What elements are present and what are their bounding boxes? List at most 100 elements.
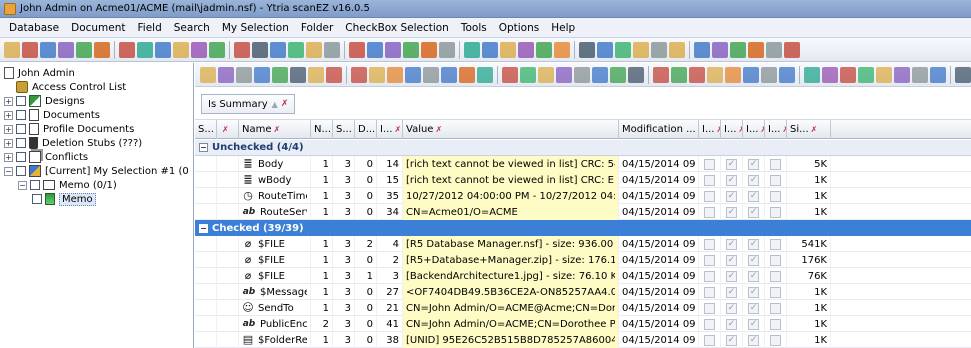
column-header[interactable]: I...✗ bbox=[721, 120, 743, 139]
toolbar-action-icon[interactable] bbox=[669, 41, 685, 58]
toolbar-action-icon[interactable] bbox=[306, 41, 322, 58]
table-cell[interactable]: ▤ $FolderRef bbox=[239, 332, 311, 348]
table-cell[interactable]: 04/15/2014 09:23:... bbox=[619, 172, 699, 188]
table-cell[interactable]: 0 bbox=[355, 188, 377, 204]
table-cell[interactable] bbox=[699, 188, 721, 204]
table-cell[interactable]: 3 bbox=[377, 268, 403, 284]
table-cell[interactable]: 4 bbox=[377, 236, 403, 252]
table-cell[interactable]: 1K bbox=[787, 332, 831, 348]
table-cell[interactable]: 0 bbox=[355, 332, 377, 348]
collapse-icon[interactable]: − bbox=[199, 223, 208, 233]
expand-icon[interactable]: + bbox=[4, 138, 13, 148]
tree-item-memo[interactable]: Memo bbox=[32, 192, 96, 206]
flag-checkbox[interactable]: ✓ bbox=[726, 334, 737, 346]
grid-action-icon[interactable] bbox=[689, 66, 705, 83]
menu-folder[interactable]: Folder bbox=[295, 22, 339, 34]
table-cell[interactable]: 1 bbox=[311, 268, 333, 284]
flag-checkbox[interactable] bbox=[704, 238, 715, 250]
menu-field[interactable]: Field bbox=[132, 22, 168, 34]
table-cell[interactable]: ✓ bbox=[721, 332, 743, 348]
table-cell[interactable] bbox=[195, 316, 217, 332]
table-cell[interactable]: 04/15/2014 09:23:... bbox=[619, 316, 699, 332]
table-cell[interactable]: ✓ bbox=[743, 284, 765, 300]
table-cell[interactable]: ✓ bbox=[721, 300, 743, 316]
table-cell[interactable]: 3 bbox=[333, 188, 355, 204]
table-cell[interactable]: 2 bbox=[355, 236, 377, 252]
table-cell[interactable] bbox=[195, 172, 217, 188]
toolbar-action-icon[interactable] bbox=[209, 41, 225, 58]
table-cell[interactable]: ⌀ $FILE bbox=[239, 252, 311, 268]
toolbar-action-icon[interactable] bbox=[712, 41, 728, 58]
column-header[interactable]: I...✗ bbox=[743, 120, 765, 139]
table-cell[interactable] bbox=[195, 332, 217, 348]
flag-checkbox[interactable]: ✓ bbox=[726, 206, 737, 218]
table-cell[interactable]: 2 bbox=[377, 252, 403, 268]
table-cell[interactable]: 38 bbox=[377, 332, 403, 348]
grid-action-icon[interactable] bbox=[761, 66, 777, 83]
tree-item-designs[interactable]: + Designs bbox=[4, 94, 85, 108]
toolbar-action-icon[interactable] bbox=[784, 41, 800, 58]
table-cell[interactable]: 04/15/2014 09:23:... bbox=[619, 156, 699, 172]
table-cell[interactable]: ≣ Body bbox=[239, 156, 311, 172]
flag-checkbox[interactable]: ✓ bbox=[726, 270, 737, 282]
table-cell[interactable] bbox=[765, 300, 787, 316]
table-cell[interactable]: ⌀ $FILE bbox=[239, 268, 311, 284]
grid-action-icon[interactable] bbox=[930, 66, 946, 83]
table-cell[interactable] bbox=[699, 300, 721, 316]
flag-checkbox[interactable]: ✓ bbox=[748, 302, 759, 314]
table-cell[interactable]: ✓ bbox=[721, 172, 743, 188]
column-header[interactable]: Si... ✗ bbox=[787, 120, 831, 139]
toolbar-action-icon[interactable] bbox=[94, 41, 110, 58]
column-header[interactable]: I...✗ bbox=[765, 120, 787, 139]
table-cell[interactable]: [rich text cannot be viewed in list] CRC… bbox=[403, 156, 619, 172]
grid-action-icon[interactable] bbox=[592, 66, 608, 83]
flag-checkbox[interactable] bbox=[704, 286, 715, 298]
grid-action-icon[interactable] bbox=[520, 66, 536, 83]
toolbar-action-icon[interactable] bbox=[349, 41, 365, 58]
table-cell[interactable] bbox=[217, 204, 239, 220]
column-header[interactable]: I...✗ bbox=[377, 120, 403, 139]
table-cell[interactable] bbox=[217, 252, 239, 268]
expand-icon[interactable]: + bbox=[4, 152, 13, 162]
table-cell[interactable]: ✓ bbox=[721, 204, 743, 220]
table-cell[interactable] bbox=[765, 316, 787, 332]
column-header[interactable]: I...✗ bbox=[699, 120, 721, 139]
table-cell[interactable]: ab RouteServers bbox=[239, 204, 311, 220]
table-cell[interactable]: ✓ bbox=[743, 204, 765, 220]
flag-checkbox[interactable]: ✓ bbox=[748, 334, 759, 346]
toolbar-action-icon[interactable] bbox=[385, 41, 401, 58]
grid-action-icon[interactable] bbox=[858, 66, 874, 83]
table-cell[interactable]: ✓ bbox=[743, 236, 765, 252]
table-cell[interactable]: 1K bbox=[787, 172, 831, 188]
tree-checkbox[interactable] bbox=[30, 180, 40, 190]
toolbar-action-icon[interactable] bbox=[40, 41, 56, 58]
table-cell[interactable] bbox=[195, 300, 217, 316]
expand-icon[interactable]: + bbox=[4, 124, 13, 134]
table-cell[interactable] bbox=[765, 252, 787, 268]
table-cell[interactable] bbox=[699, 172, 721, 188]
menu-tools[interactable]: Tools bbox=[455, 22, 493, 34]
table-cell[interactable]: ◷ RouteTimes bbox=[239, 188, 311, 204]
table-cell[interactable]: [UNID] 95E26C52B515B8D785257A860046150..… bbox=[403, 332, 619, 348]
flag-checkbox[interactable]: ✓ bbox=[748, 206, 759, 218]
group-row-unchecked[interactable]: − Unchecked (4/4) bbox=[195, 140, 971, 156]
grid-action-icon[interactable] bbox=[459, 66, 475, 83]
table-cell[interactable] bbox=[765, 268, 787, 284]
flag-checkbox[interactable]: ✓ bbox=[748, 318, 759, 330]
filter-icon[interactable]: ✗ bbox=[811, 125, 818, 134]
flag-checkbox[interactable] bbox=[704, 302, 715, 314]
table-row[interactable]: ab PublicEncryptio... 2 3 0 41 CN=John Admin/O… bbox=[195, 316, 971, 332]
table-cell[interactable]: 3 bbox=[333, 284, 355, 300]
grid-action-icon[interactable] bbox=[556, 66, 572, 83]
toolbar-action-icon[interactable] bbox=[137, 41, 153, 58]
table-cell[interactable]: 1K bbox=[787, 284, 831, 300]
flag-checkbox[interactable] bbox=[770, 174, 781, 186]
table-cell[interactable]: ✓ bbox=[743, 268, 765, 284]
table-cell[interactable]: 1K bbox=[787, 188, 831, 204]
column-header[interactable]: Modification ...✗ bbox=[619, 120, 699, 139]
table-cell[interactable]: 27 bbox=[377, 284, 403, 300]
table-cell[interactable] bbox=[699, 204, 721, 220]
table-cell[interactable] bbox=[195, 204, 217, 220]
column-header[interactable]: S... bbox=[195, 120, 217, 139]
table-row[interactable]: ▤ $FolderRef 1 3 0 38 [UNID] 95E26C52B515B8D78… bbox=[195, 332, 971, 348]
